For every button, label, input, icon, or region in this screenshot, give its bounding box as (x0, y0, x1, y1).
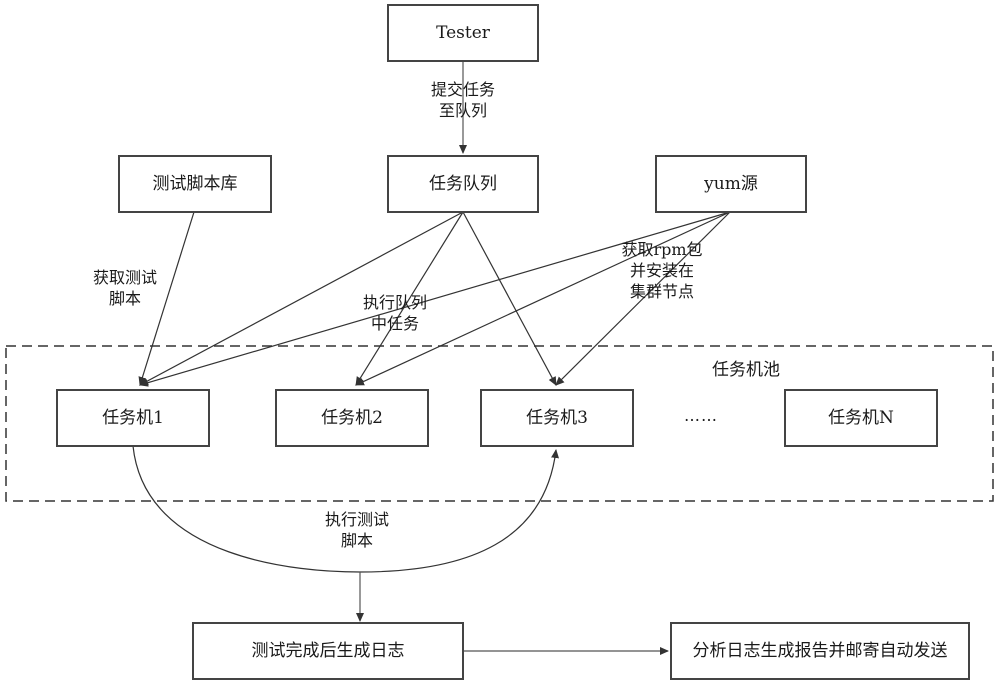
task-queue-label: 任务队列 (429, 173, 497, 194)
submit-to-queue-label: 提交任务 至队列 (420, 80, 506, 122)
worker-3-node: 任务机3 (480, 389, 634, 447)
tester-node: Tester (387, 4, 539, 62)
worker-1-node: 任务机1 (56, 389, 210, 447)
tester-label: Tester (436, 22, 490, 43)
label-line: 执行测试 (324, 510, 389, 529)
worker-pool-title: 任务机池 (712, 360, 780, 380)
fetch-script-label: 获取测试 脚本 (80, 268, 170, 310)
worker-3-label: 任务机3 (526, 407, 588, 428)
worker-2-node: 任务机2 (275, 389, 429, 447)
label-line: 获取rpm包 (621, 240, 703, 259)
generate-log-node: 测试完成后生成日志 (192, 622, 464, 680)
label-line: 脚本 (340, 530, 373, 550)
label-line: 并安装在 (629, 260, 694, 280)
analyze-report-node: 分析日志生成报告并邮寄自动发送 (670, 622, 970, 680)
label-line: 至队列 (438, 100, 487, 120)
execute-queue-task-label: 执行队列 中任务 (350, 293, 440, 335)
more-workers-ellipsis: …… (684, 406, 718, 425)
label-line: 集群节点 (629, 281, 694, 301)
fetch-rpm-label: 获取rpm包 并安装在 集群节点 (612, 240, 712, 302)
worker-n-node: 任务机N (784, 389, 938, 447)
label-line: 执行队列 (362, 293, 427, 312)
script-repo-node: 测试脚本库 (118, 155, 272, 213)
edge-worker1-to-worker3-curve (132, 445, 559, 573)
run-test-script-label: 执行测试 脚本 (302, 510, 412, 552)
worker-2-label: 任务机2 (321, 407, 383, 428)
generate-log-label: 测试完成后生成日志 (251, 640, 405, 661)
worker-1-label: 任务机1 (102, 407, 164, 428)
analyze-report-label: 分析日志生成报告并邮寄自动发送 (692, 640, 948, 661)
label-line: 脚本 (108, 288, 141, 308)
yum-repo-label: yum源 (704, 173, 758, 194)
label-line: 中任务 (370, 313, 419, 333)
label-line: 获取测试 (92, 268, 157, 287)
label-line: 提交任务 (430, 80, 495, 99)
yum-repo-node: yum源 (655, 155, 807, 213)
worker-n-label: 任务机N (828, 407, 894, 428)
script-repo-label: 测试脚本库 (152, 173, 238, 194)
task-queue-node: 任务队列 (387, 155, 539, 213)
